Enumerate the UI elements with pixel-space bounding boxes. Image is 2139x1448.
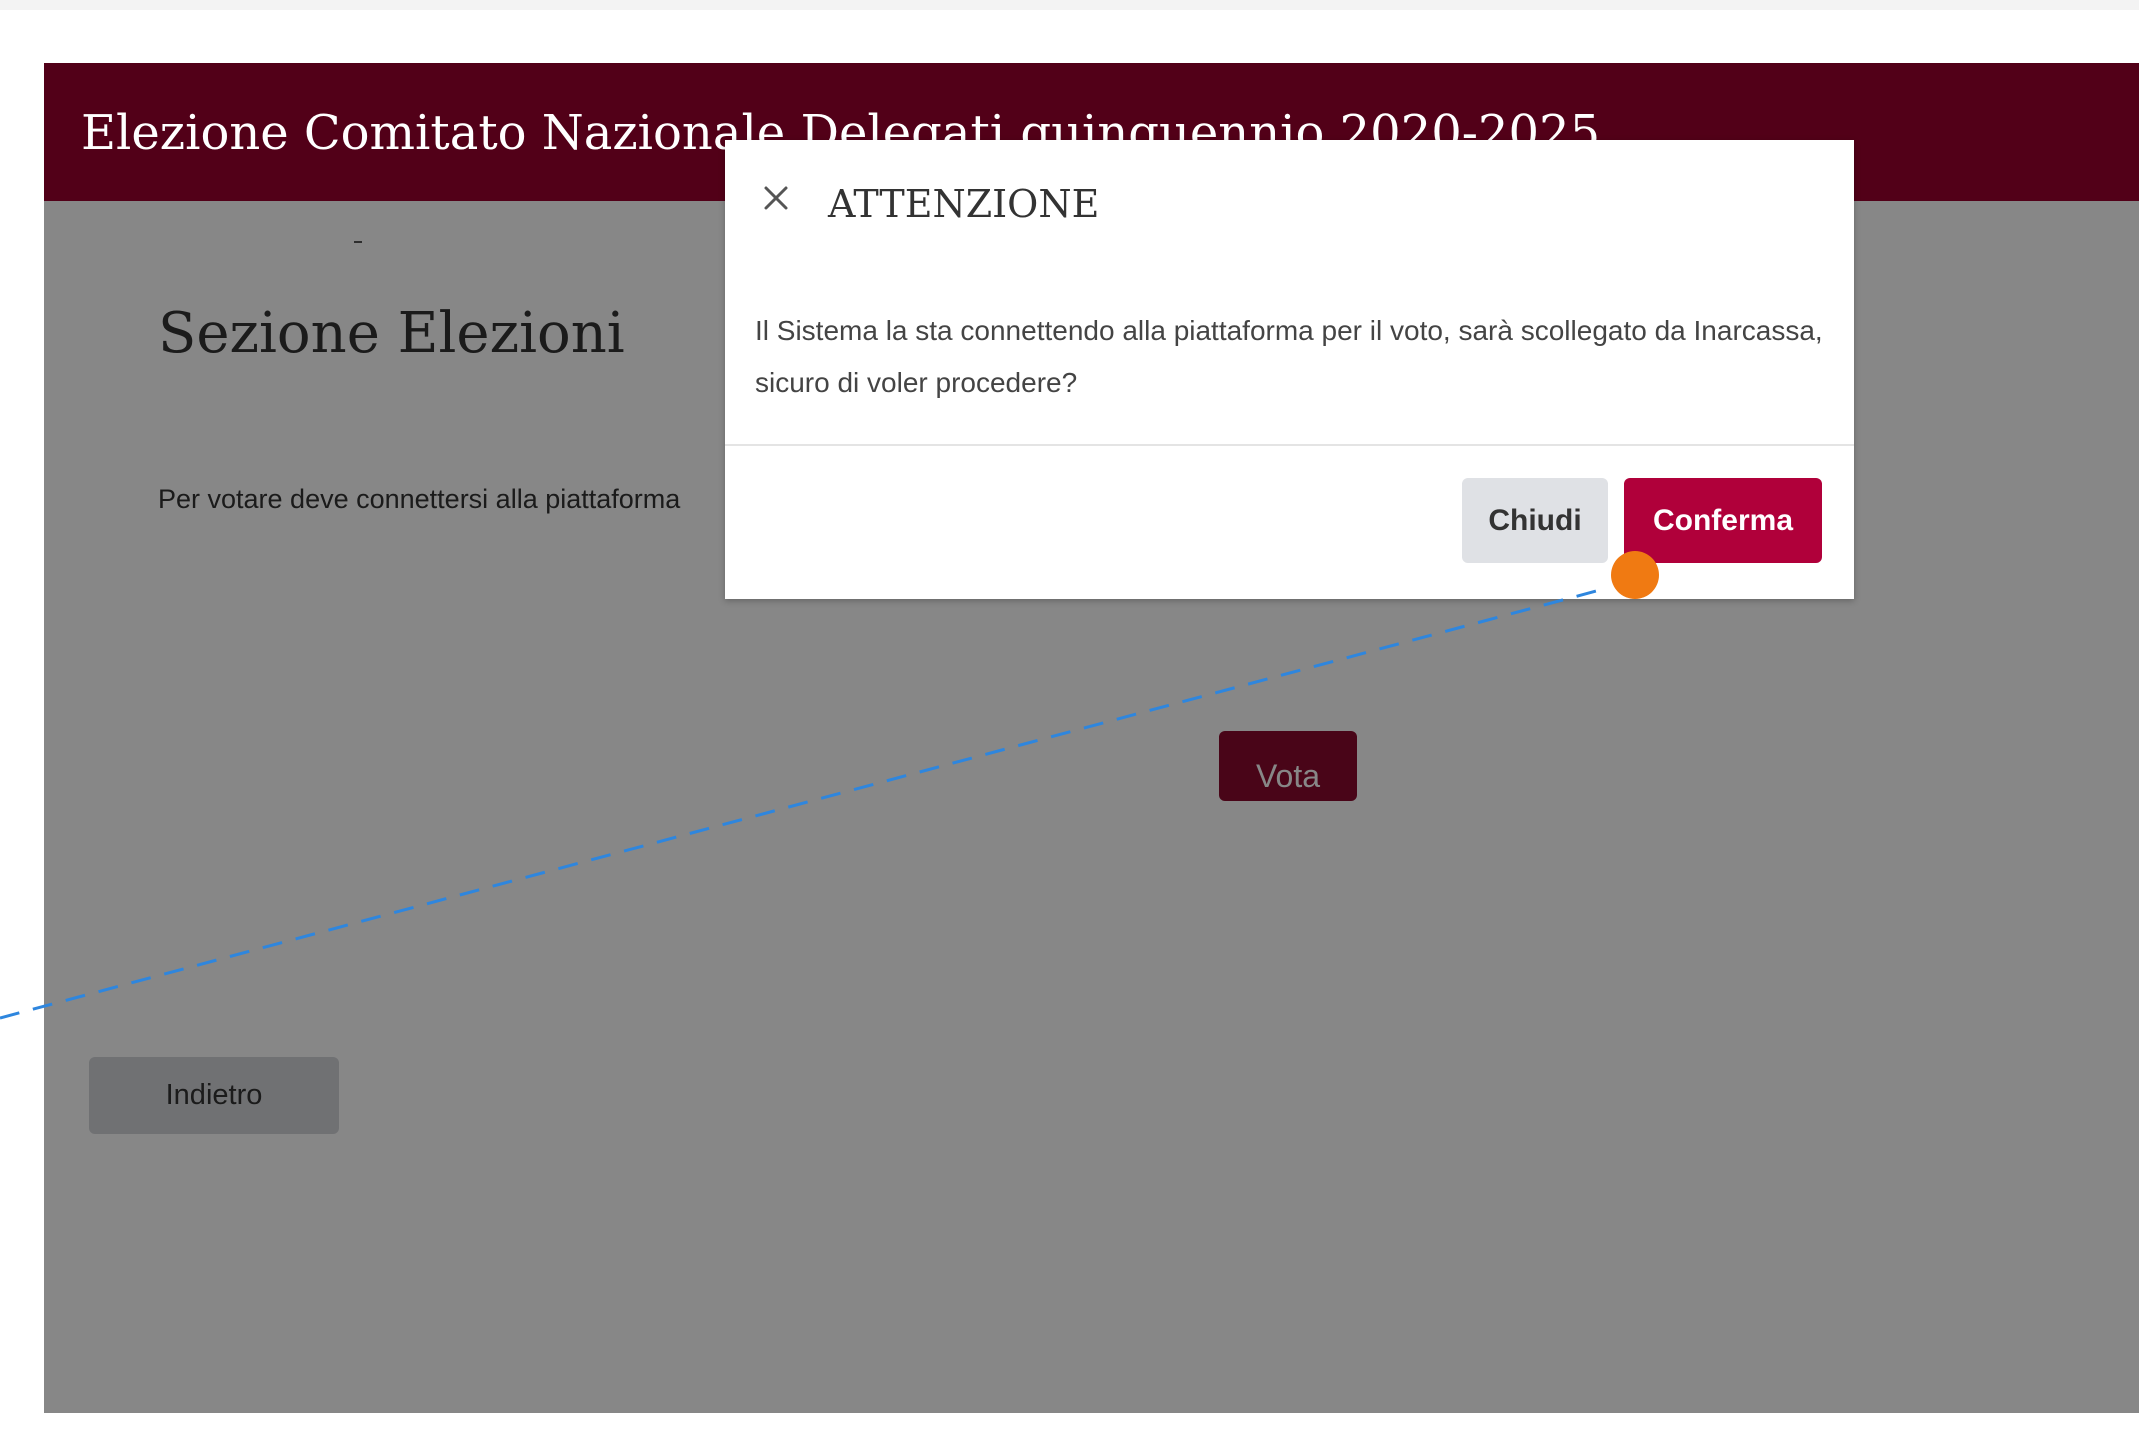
close-icon[interactable] [758,180,794,216]
dialog-divider [725,444,1854,446]
confirmation-dialog: ATTENZIONE Il Sistema la sta connettendo… [725,140,1854,599]
top-strip [0,0,2139,10]
dialog-message: Il Sistema la sta connettendo alla piatt… [755,315,1823,398]
confirm-button[interactable]: Conferma [1624,478,1822,563]
close-button[interactable]: Chiudi [1462,478,1608,563]
dialog-header: ATTENZIONE [725,140,1854,250]
cursor-position-marker [1611,551,1659,599]
dialog-title: ATTENZIONE [828,182,1100,226]
